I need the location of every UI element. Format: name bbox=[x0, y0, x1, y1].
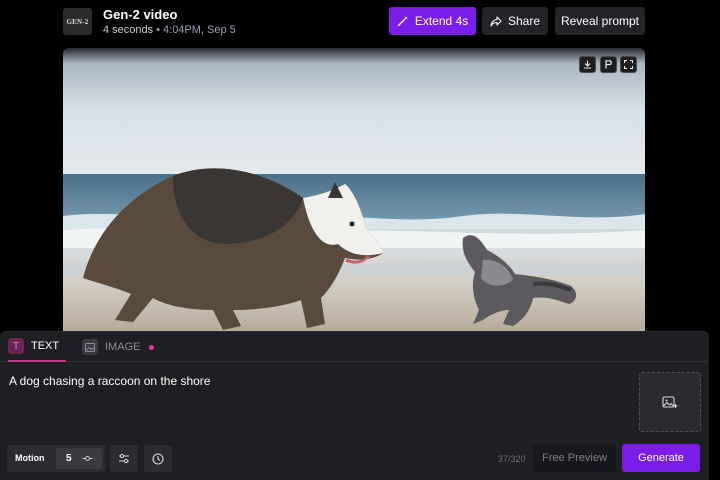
reveal-prompt-button[interactable]: Reveal prompt bbox=[555, 7, 645, 35]
fullscreen-button[interactable] bbox=[620, 56, 637, 73]
new-indicator-dot bbox=[149, 344, 155, 350]
slider-icon bbox=[82, 456, 93, 461]
pin-button[interactable] bbox=[600, 56, 617, 73]
magic-wand-icon bbox=[397, 16, 408, 27]
tab-text[interactable]: T TEXT bbox=[8, 332, 66, 362]
history-button[interactable] bbox=[144, 445, 172, 472]
video-timestamp: 4:04PM, Sep 5 bbox=[163, 24, 236, 36]
tab-image[interactable]: IMAGE bbox=[82, 332, 155, 362]
tab-image-label: IMAGE bbox=[105, 341, 141, 353]
sliders-icon bbox=[119, 453, 129, 464]
generate-button[interactable]: Generate bbox=[622, 444, 700, 472]
extend-button[interactable]: Extend 4s bbox=[389, 7, 476, 35]
character-count: 37/320 bbox=[498, 454, 526, 464]
prompt-panel: T TEXT IMAGE A dog chasing a raccoon on … bbox=[0, 331, 709, 480]
download-icon bbox=[584, 60, 591, 69]
clock-icon bbox=[152, 452, 164, 465]
video-thumbnail: GEN-2 bbox=[63, 8, 92, 35]
video-title: Gen-2 video bbox=[103, 7, 178, 22]
reveal-prompt-label: Reveal prompt bbox=[560, 14, 640, 28]
motion-control: Motion 5 bbox=[7, 445, 105, 472]
motion-value-selector[interactable]: 5 bbox=[56, 448, 102, 469]
motion-label: Motion bbox=[15, 453, 45, 463]
video-meta: 4 seconds • 4:04PM, Sep 5 bbox=[103, 24, 236, 36]
pin-icon bbox=[605, 60, 612, 69]
share-arrow-icon bbox=[490, 15, 502, 27]
fullscreen-icon bbox=[624, 60, 633, 69]
motion-value: 5 bbox=[66, 453, 72, 464]
image-icon bbox=[82, 339, 98, 355]
video-frame-image bbox=[63, 48, 645, 338]
settings-button[interactable] bbox=[110, 445, 138, 472]
extend-label: Extend 4s bbox=[414, 14, 469, 28]
tab-text-label: TEXT bbox=[31, 340, 60, 352]
video-player[interactable] bbox=[63, 48, 645, 338]
share-label: Share bbox=[507, 14, 541, 28]
input-mode-tabs: T TEXT IMAGE bbox=[0, 332, 709, 362]
video-duration: 4 seconds bbox=[103, 24, 154, 36]
text-icon: T bbox=[8, 338, 24, 354]
meta-separator: • bbox=[156, 24, 161, 36]
add-image-icon bbox=[662, 396, 678, 408]
image-upload-button[interactable] bbox=[639, 372, 701, 432]
free-preview-button[interactable]: Free Preview bbox=[533, 444, 616, 472]
video-header: GEN-2 Gen-2 video 4 seconds • 4:04PM, Sep … bbox=[0, 0, 720, 44]
prompt-input[interactable]: A dog chasing a raccoon on the shore bbox=[9, 374, 210, 388]
share-button[interactable]: Share bbox=[482, 7, 548, 35]
download-button[interactable] bbox=[579, 56, 596, 73]
